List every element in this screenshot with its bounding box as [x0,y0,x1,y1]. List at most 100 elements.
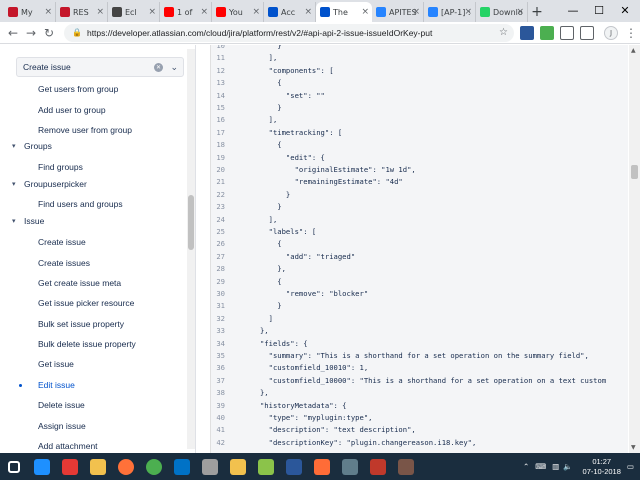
sidebar-item[interactable]: Find groups [38,162,83,172]
close-tab-icon[interactable]: × [148,7,156,17]
browser-tab[interactable]: APITES × [372,2,424,22]
chevron-down-icon[interactable]: ▾ [12,180,16,188]
code-text: "descriptionKey": "plugin.changereason.i… [234,437,477,447]
taskbar-app[interactable] [56,454,84,479]
volume-icon[interactable]: 🔈 [563,462,572,471]
scroll-up-icon[interactable]: ▲ [631,47,636,54]
close-window-icon[interactable]: ✕ [612,0,638,20]
browser-tab[interactable]: RES × [56,2,108,22]
menu-kebab-icon[interactable]: ⋮ [622,24,640,42]
taskbar-app[interactable] [252,454,280,479]
extension-icon[interactable] [540,25,554,40]
browser-tab[interactable]: Ecl × [108,2,160,22]
system-tray: ⌃ ⌨ ▥ 🔈 01:27 07-10-2018 ▭ [523,453,640,480]
line-number: 31 [216,301,225,311]
app-red-icon [62,458,78,475]
browser-tab[interactable]: You × [212,2,264,22]
close-tab-icon[interactable]: × [464,7,472,17]
sidebar-item[interactable]: Assign issue [38,421,86,431]
network-icon[interactable]: ▥ [552,462,559,471]
browser-tab[interactable]: Acc × [264,2,316,22]
sidebar-item[interactable]: Delete issue [38,400,85,410]
reload-icon[interactable]: ↻ [40,24,58,42]
bookmark-star-icon[interactable]: ☆ [499,27,508,38]
line-number: 27 [216,251,225,261]
sidebar-search-input[interactable]: Create issue ✕ ⌄ [16,57,184,77]
sidebar-item[interactable]: Add attachment [38,441,98,451]
close-tab-icon[interactable]: × [412,7,420,17]
address-bar[interactable]: 🔒 https://developer.atlassian.com/cloud/… [64,23,514,42]
sidebar-item[interactable]: Get create issue meta [38,278,121,288]
taskbar-app[interactable] [0,454,28,479]
sidebar-item[interactable]: Create issue [38,237,86,247]
taskbar-app[interactable] [28,454,56,479]
sidebar-item[interactable]: Bulk delete issue property [38,339,136,349]
page-scrollbar[interactable] [629,45,640,453]
settings-icon [202,458,218,475]
taskbar-app[interactable] [84,454,112,479]
sidebar-item[interactable]: Add user to group [38,105,106,115]
notifications-icon[interactable]: ▭ [627,462,634,471]
browser-tab[interactable]: [AP-1] : × [424,2,476,22]
line-number: 16 [216,115,225,125]
sidebar-group[interactable]: Issue [24,216,44,226]
page-scrollbar-thumb[interactable] [631,165,638,179]
netflix-icon [60,7,70,17]
taskbar-app[interactable] [308,454,336,479]
profile-avatar[interactable]: J [604,25,618,40]
taskbar-app[interactable] [112,454,140,479]
taskbar-app[interactable] [392,454,420,479]
sidebar-item[interactable]: Edit issue [38,380,75,390]
chevron-down-icon[interactable]: ▾ [12,217,16,225]
taskbar-app[interactable] [336,454,364,479]
taskbar-app[interactable] [364,454,392,479]
close-tab-icon[interactable]: × [44,7,52,17]
clear-search-icon[interactable]: ✕ [154,62,163,72]
sidebar-item[interactable]: Find users and groups [38,199,123,209]
tray-up-arrow-icon[interactable]: ⌃ [523,462,529,471]
taskbar-app[interactable] [168,454,196,479]
notepad-icon [258,458,274,475]
sidebar-item[interactable]: Create issues [38,258,90,268]
sidebar-item[interactable]: Remove user from group [38,125,132,135]
clock[interactable]: 01:27 07-10-2018 [577,457,627,477]
back-icon[interactable]: ← [4,24,22,42]
chevron-down-icon[interactable]: ⌄ [170,62,178,73]
browser-tab[interactable]: The × [316,2,372,22]
maximize-icon[interactable]: ☐ [586,0,612,20]
chevron-down-icon[interactable]: ▾ [12,142,16,150]
taskbar-app[interactable] [224,454,252,479]
line-number: 40 [216,413,225,422]
keyboard-icon[interactable]: ⌨ [535,462,546,471]
close-tab-icon[interactable]: × [252,7,260,17]
code-line: 29 { [211,276,628,288]
extension-icon[interactable] [520,25,534,40]
new-tab-button[interactable]: + [528,2,546,22]
taskbar-app[interactable] [140,454,168,479]
close-tab-icon[interactable]: × [304,7,312,17]
extension-icon[interactable] [580,25,594,40]
sidebar-item[interactable]: Get users from group [38,84,118,94]
line-number: 22 [216,189,225,199]
line-number: 13 [216,78,225,88]
sidebar-item[interactable]: Get issue picker resource [38,298,134,308]
code-text: ], [234,214,278,224]
sidebar-item[interactable]: Get issue [38,359,74,369]
extension-icon[interactable] [560,25,574,40]
browser-tab[interactable]: Downlo × [476,2,528,22]
sidebar-group[interactable]: Groups [24,141,52,151]
scroll-down-icon[interactable]: ▼ [631,444,636,451]
sidebar-scrollbar-thumb[interactable] [188,195,194,250]
sidebar-group[interactable]: Groupuserpicker [24,179,87,189]
close-tab-icon[interactable]: × [516,7,524,17]
taskbar-app[interactable] [280,454,308,479]
close-tab-icon[interactable]: × [200,7,208,17]
taskbar-app[interactable] [196,454,224,479]
browser-tab[interactable]: 1 of × [160,2,212,22]
sidebar-item[interactable]: Bulk set issue property [38,319,124,329]
close-tab-icon[interactable]: × [361,7,369,17]
forward-icon[interactable]: → [22,24,40,42]
close-tab-icon[interactable]: × [96,7,104,17]
browser-tab[interactable]: My × [4,2,56,22]
minimize-icon[interactable]: — [560,0,586,20]
